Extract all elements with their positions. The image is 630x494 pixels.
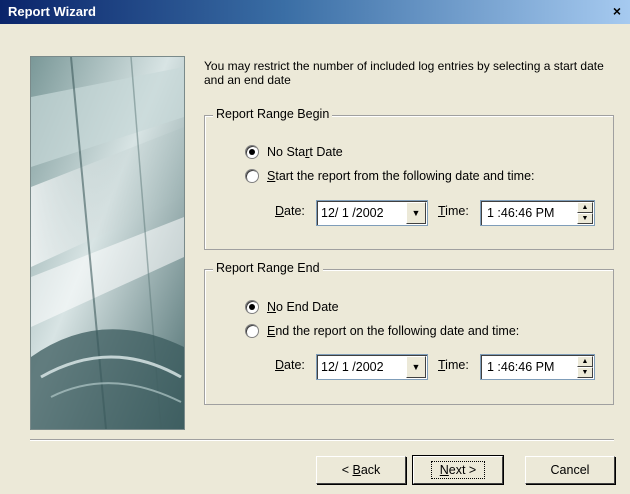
radio-indicator bbox=[245, 145, 259, 159]
wizard-decorative-image bbox=[30, 56, 185, 430]
back-button[interactable]: < Back bbox=[316, 456, 406, 484]
title-bar: Report Wizard × bbox=[0, 0, 630, 24]
cancel-button[interactable]: Cancel bbox=[525, 456, 615, 484]
end-time-spinner[interactable]: 1 :46:46 PM ▲ ▼ bbox=[480, 354, 595, 380]
chevron-down-icon[interactable]: ▼ bbox=[406, 202, 426, 224]
radio-indicator bbox=[245, 169, 259, 183]
begin-time-label: Time: bbox=[438, 204, 469, 218]
back-button-label: < Back bbox=[341, 463, 381, 477]
begin-time-value: 1 :46:46 PM bbox=[487, 206, 555, 220]
close-icon[interactable]: × bbox=[608, 2, 626, 20]
spin-down-icon[interactable]: ▼ bbox=[577, 213, 593, 224]
end-on-date-radio[interactable]: End the report on the following date and… bbox=[245, 324, 519, 338]
no-start-date-radio[interactable]: No Start Date bbox=[245, 145, 343, 159]
begin-time-spinner[interactable]: 1 :46:46 PM ▲ ▼ bbox=[480, 200, 595, 226]
spin-up-icon[interactable]: ▲ bbox=[577, 202, 593, 213]
start-from-date-label: Start the report from the following date… bbox=[267, 169, 535, 183]
begin-date-label: Date: bbox=[275, 204, 305, 218]
end-time-value: 1 :46:46 PM bbox=[487, 360, 555, 374]
window-title: Report Wizard bbox=[8, 4, 96, 19]
cancel-button-label: Cancel bbox=[550, 463, 590, 477]
end-date-label: Date: bbox=[275, 358, 305, 372]
end-on-date-label: End the report on the following date and… bbox=[267, 324, 520, 338]
begin-date-picker[interactable]: 12/ 1 /2002 ▼ bbox=[316, 200, 428, 226]
range-end-label: Report Range End bbox=[213, 261, 323, 275]
range-begin-label: Report Range Begin bbox=[213, 107, 333, 121]
no-end-date-radio[interactable]: No End Date bbox=[245, 300, 339, 314]
no-start-date-label: No Start Date bbox=[267, 145, 343, 159]
radio-indicator bbox=[245, 300, 259, 314]
spin-down-icon[interactable]: ▼ bbox=[577, 367, 593, 378]
chevron-down-icon[interactable]: ▼ bbox=[406, 356, 426, 378]
no-end-date-label: No End Date bbox=[267, 300, 339, 314]
radio-indicator bbox=[245, 324, 259, 338]
intro-text: You may restrict the number of included … bbox=[204, 59, 604, 87]
end-time-spin-buttons: ▲ ▼ bbox=[577, 356, 593, 378]
end-time-label: Time: bbox=[438, 358, 469, 372]
spin-up-icon[interactable]: ▲ bbox=[577, 356, 593, 367]
end-date-picker[interactable]: 12/ 1 /2002 ▼ bbox=[316, 354, 428, 380]
dialog-body: You may restrict the number of included … bbox=[0, 24, 630, 494]
next-button-label: Next > bbox=[430, 461, 486, 479]
next-button[interactable]: Next > bbox=[412, 455, 504, 485]
footer-divider bbox=[30, 439, 614, 441]
begin-time-spin-buttons: ▲ ▼ bbox=[577, 202, 593, 224]
end-date-value: 12/ 1 /2002 bbox=[321, 360, 384, 374]
begin-date-value: 12/ 1 /2002 bbox=[321, 206, 384, 220]
start-from-date-radio[interactable]: Start the report from the following date… bbox=[245, 169, 535, 183]
